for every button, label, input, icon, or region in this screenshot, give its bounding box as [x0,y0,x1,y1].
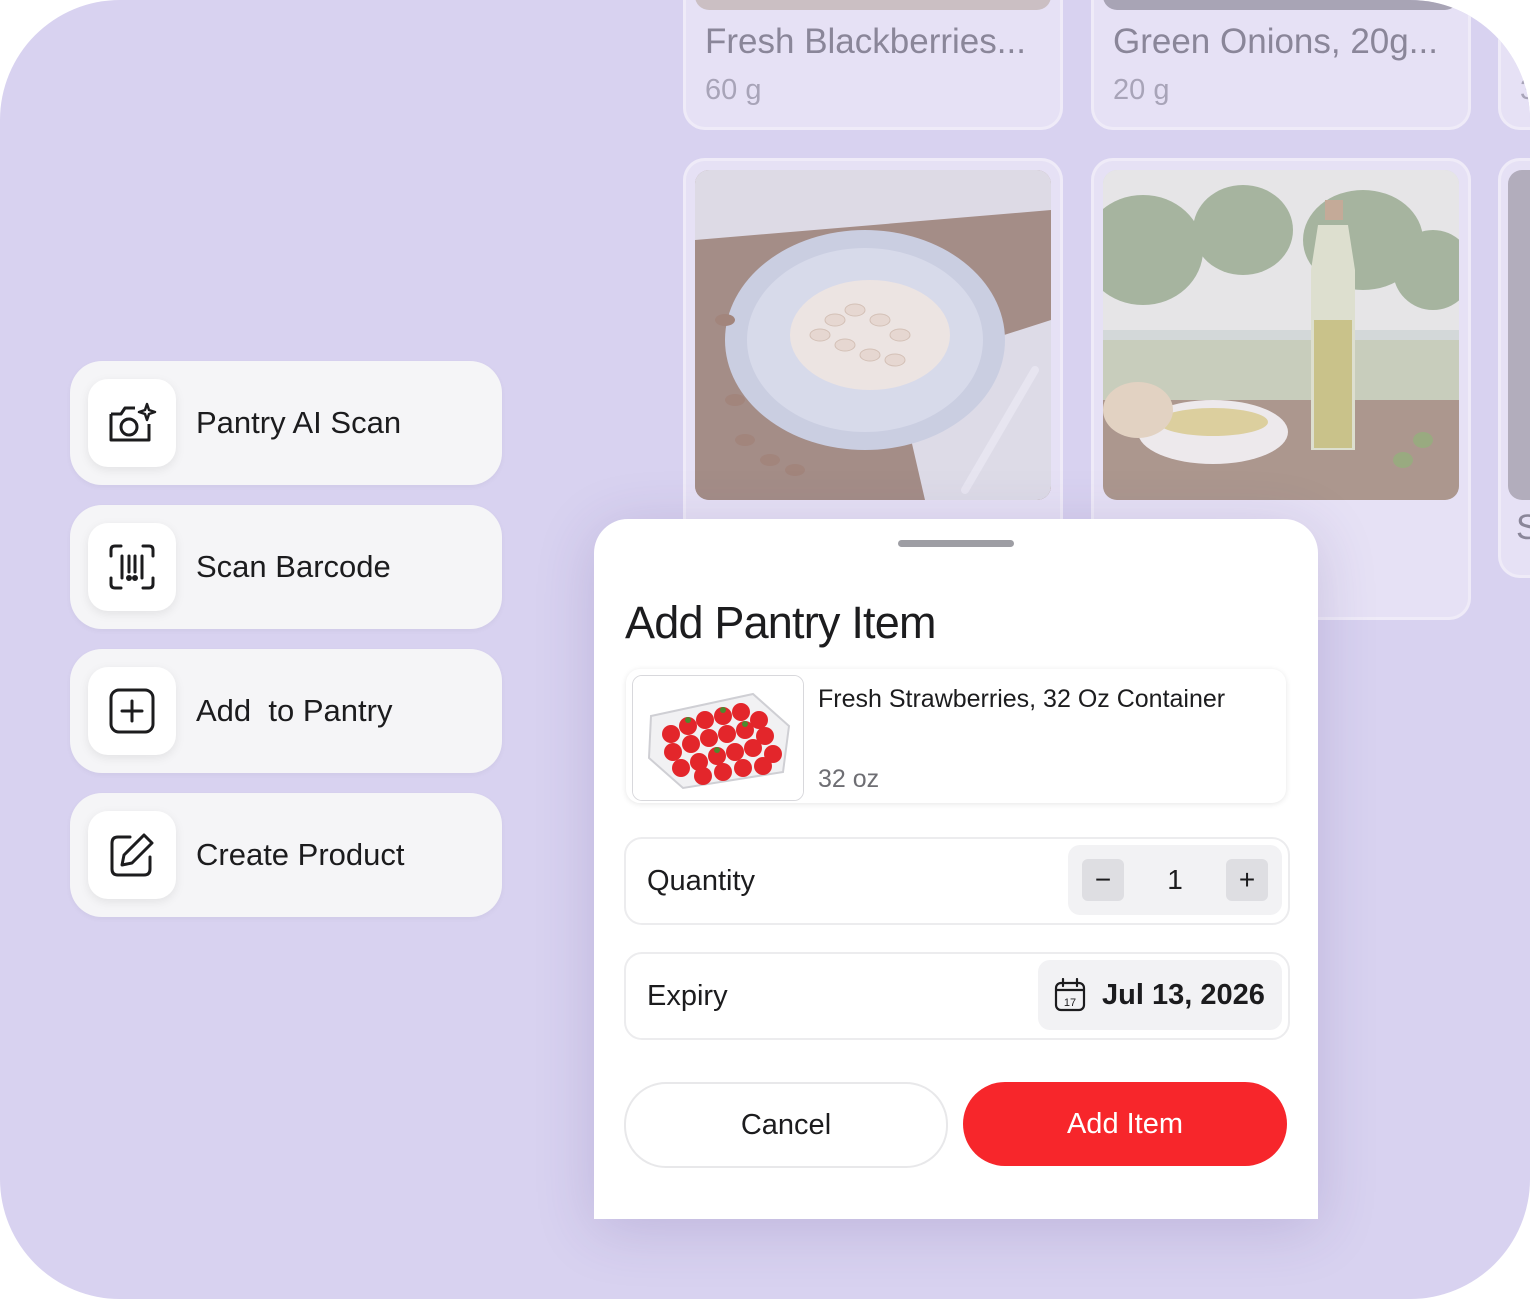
product-card[interactable]: Fresh Strawberries, 32 Oz Container 32 o… [626,669,1286,803]
edit-square-icon [88,811,176,899]
expiry-date-picker[interactable]: 17 Jul 13, 2026 [1038,960,1282,1030]
calendar-day: 17 [1064,997,1076,1009]
card-title: S [1516,508,1530,547]
product-size: 32 oz [818,765,880,793]
olive-oil-image [1103,170,1459,500]
expiry-date: Jul 13, 2026 [1102,979,1265,1011]
card-image [1103,0,1459,10]
action-label: Create Product [196,837,405,872]
add-to-pantry-button[interactable]: Add to Pantry [70,649,502,773]
action-label: Pantry AI Scan [196,405,402,440]
barcode-scan-icon [88,523,176,611]
almonds-image [695,170,1051,500]
expiry-label: Expiry [647,980,728,1012]
create-product-button[interactable]: Create Product [70,793,502,917]
pantry-card-blackberries[interactable]: Fresh Blackberries... 60 g [683,0,1063,130]
quantity-stepper: − 1 + [1068,845,1282,915]
card-subtitle: 20 g [1113,74,1170,106]
plus-square-icon [88,667,176,755]
calendar-icon: 17 [1054,978,1086,1012]
card-title: Fresh Blackberries... [705,22,1026,61]
scan-barcode-button[interactable]: Scan Barcode [70,505,502,629]
card-image [695,0,1051,10]
pantry-card-green-onions[interactable]: Green Onions, 20g... 20 g [1091,0,1471,130]
app-frame: Fresh Blackberries... 60 g Green Onions,… [0,0,1530,1299]
pantry-ai-scan-button[interactable]: Pantry AI Scan [70,361,502,485]
pantry-card-partial[interactable]: 3 [1498,0,1530,130]
product-image [632,675,804,801]
quantity-value: 1 [1167,864,1183,895]
quantity-field: Quantity − 1 + [624,837,1290,925]
camera-sparkle-icon [88,379,176,467]
add-pantry-item-sheet: Add Pantry Item Fresh Strawberries, 32 O… [594,519,1318,1219]
quantity-label: Quantity [647,865,755,897]
decrement-button[interactable]: − [1082,859,1124,901]
card-image [1508,170,1530,500]
add-item-button[interactable]: Add Item [963,1082,1287,1166]
product-name: Fresh Strawberries, 32 Oz Container [818,685,1226,713]
increment-button[interactable]: + [1226,859,1268,901]
sheet-title: Add Pantry Item [625,597,936,648]
cancel-button[interactable]: Cancel [624,1082,948,1168]
sheet-drag-handle[interactable] [898,540,1014,547]
pantry-card-partial-2[interactable]: S [1498,158,1530,578]
expiry-field: Expiry 17 Jul 13, 2026 [624,952,1290,1040]
action-label: Scan Barcode [196,549,391,584]
card-title: Green Onions, 20g... [1113,22,1438,61]
action-label: Add to Pantry [196,693,393,728]
card-subtitle: 60 g [705,74,762,106]
card-subtitle: 3 [1520,74,1530,106]
